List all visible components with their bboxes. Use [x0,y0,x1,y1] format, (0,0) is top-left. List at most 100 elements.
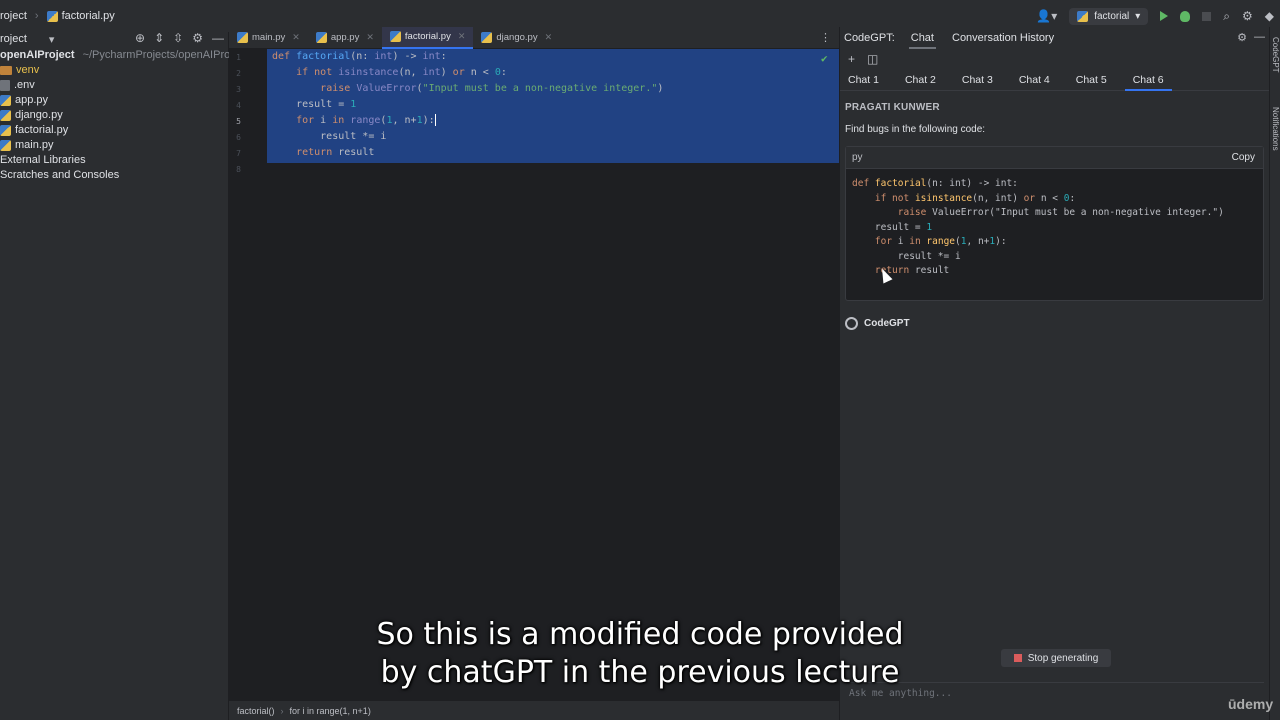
tab-conversation-history[interactable]: Conversation History [950,27,1056,49]
tree-item-project-root[interactable]: openAIProject ~/PycharmProjects/openAIPr… [0,48,247,63]
chat-tab-4[interactable]: Chat 4 [1011,69,1058,91]
snippet-line-5: for i in range(1, n+1): [874,236,1007,247]
copy-button[interactable]: Copy [1232,152,1255,163]
python-file-icon [0,110,11,121]
code-line-1: def factorial(n: int) -> int: [272,51,447,62]
tree-item-django-py[interactable]: django.py [0,108,228,123]
notifications-strip-button[interactable]: Notifications [1271,107,1280,151]
jetbrains-logo-icon[interactable]: ◆ [1265,9,1274,23]
settings-gear-icon[interactable]: ⚙ [1242,9,1253,23]
tree-item-label: .env [14,79,35,91]
python-config-icon [1077,10,1089,22]
chat-tab-6[interactable]: Chat 6 [1124,69,1172,91]
hide-icon[interactable]: — [212,31,224,45]
search-icon[interactable]: ⌕ [1223,9,1230,24]
gear-icon[interactable]: ⚙ [192,31,203,45]
tree-item-label: main.py [15,139,54,151]
line-number: 3 [236,85,241,94]
tree-item-label: factorial.py [15,124,69,136]
tree-item-main-py[interactable]: main.py [0,138,228,153]
tab-label: django.py [496,32,538,43]
project-view-selector[interactable]: roject [0,33,27,45]
tree-item-label: venv [16,64,40,76]
openai-logo-icon [845,317,858,330]
run-configuration-selector[interactable]: factorial ▾ [1069,7,1149,25]
line-number: 2 [236,69,241,78]
snippet-line-7: return result [874,265,950,276]
tree-item-factorial-py[interactable]: factorial.py [0,123,228,138]
tree-item-venv[interactable]: venv [0,63,228,78]
tab-main-py[interactable]: main.py ✕ [229,27,308,49]
debug-icon[interactable] [1180,10,1191,22]
stop-icon[interactable] [1202,11,1212,21]
snippet-line-6: result *= i [852,250,961,262]
codegpt-strip-button[interactable]: CodeGPT [1271,37,1280,73]
chat-tab-2[interactable]: Chat 2 [897,69,944,91]
breadcrumb-separator: › [34,10,39,22]
tree-item-label: Scratches and Consoles [0,169,120,181]
gear-icon[interactable]: ⚙ [1237,31,1247,44]
python-file-icon [0,140,11,151]
python-file-icon [237,32,248,43]
tab-factorial-py[interactable]: factorial.py ✕ [381,26,474,49]
line-number: 1 [236,53,241,62]
close-icon[interactable]: ✕ [366,32,374,43]
code-line-5: for i in range(1, n+1): [296,114,436,126]
scope-function[interactable]: factorial() [237,706,275,716]
account-icon[interactable]: 👤▾ [1036,9,1057,23]
bot-name: CodeGPT [864,318,910,329]
hide-icon[interactable]: — [1254,31,1265,43]
tree-item-scratches[interactable]: Scratches and Consoles [0,168,228,183]
code-line-3: raise ValueError("Input must be a non-ne… [320,83,664,94]
breadcrumb-project[interactable]: roject [0,10,27,22]
python-file-icon [46,10,58,22]
video-subtitle: So this is a modified code provided by c… [0,616,1280,692]
file-icon [0,80,10,91]
collapse-all-icon[interactable]: ⇳ [173,31,183,45]
code-snippet-block: py Copy def factorial(n: int) -> int: if… [845,146,1264,301]
scope-loop[interactable]: for i in range(1, n+1) [290,706,371,716]
project-tree: openAIProject ~/PycharmProjects/openAIPr… [0,48,247,183]
codegpt-header: CodeGPT: Chat Conversation History ⚙ — [840,27,1269,49]
text-caret [434,114,436,126]
tree-item-app-py[interactable]: app.py [0,93,228,108]
snippet-line-3: raise ValueError("Input must be a non-ne… [897,207,1224,218]
code-line-7: return result [296,147,375,158]
bot-message-author: CodeGPT [845,317,910,330]
tree-item-external-libraries[interactable]: External Libraries [0,153,228,168]
codegpt-toolbar: + ◫ [840,49,1269,69]
run-icon[interactable] [1160,11,1169,21]
close-icon[interactable]: ✕ [292,32,300,43]
code-line-4: result = 1 [272,99,357,110]
tree-item-env[interactable]: .env [0,78,228,93]
tree-item-label: openAIProject [0,49,75,61]
tree-item-label: django.py [15,109,63,121]
tab-label: app.py [330,32,360,43]
breadcrumb-file[interactable]: factorial.py [62,10,115,22]
tree-item-label: External Libraries [0,154,86,166]
chat-tab-5[interactable]: Chat 5 [1068,69,1115,91]
chat-tab-3[interactable]: Chat 3 [954,69,1001,91]
codegpt-title: CodeGPT: [844,32,895,44]
breadcrumb-separator: › [280,705,284,716]
line-number-gutter: 1 2 3 4 5 6 7 8 [229,49,286,700]
chevron-down-icon[interactable]: ▾ [49,33,55,46]
close-icon[interactable]: ✕ [545,32,553,43]
more-tabs-icon[interactable]: ⋮ [820,31,831,44]
tab-label: factorial.py [404,31,451,42]
chevron-down-icon: ▾ [1135,10,1141,22]
chat-tab-1[interactable]: Chat 1 [840,69,887,91]
split-view-icon[interactable]: ◫ [867,52,878,66]
locate-file-icon[interactable]: ⊕ [135,31,145,45]
tab-chat[interactable]: Chat [908,27,936,49]
code-editor[interactable]: 1 2 3 4 5 6 7 8 ✔ def factorial(n: int) … [229,49,839,700]
tab-app-py[interactable]: app.py ✕ [308,27,382,49]
navigation-breadcrumb: roject › factorial.py [0,10,115,22]
expand-all-icon[interactable]: ⇕ [154,31,164,45]
python-file-icon [389,31,401,42]
new-chat-icon[interactable]: + [848,52,855,66]
close-icon[interactable]: ✕ [458,31,466,42]
code-language-label: py [852,152,863,163]
inspection-ok-icon[interactable]: ✔ [821,52,828,65]
tab-django-py[interactable]: django.py ✕ [473,27,560,49]
